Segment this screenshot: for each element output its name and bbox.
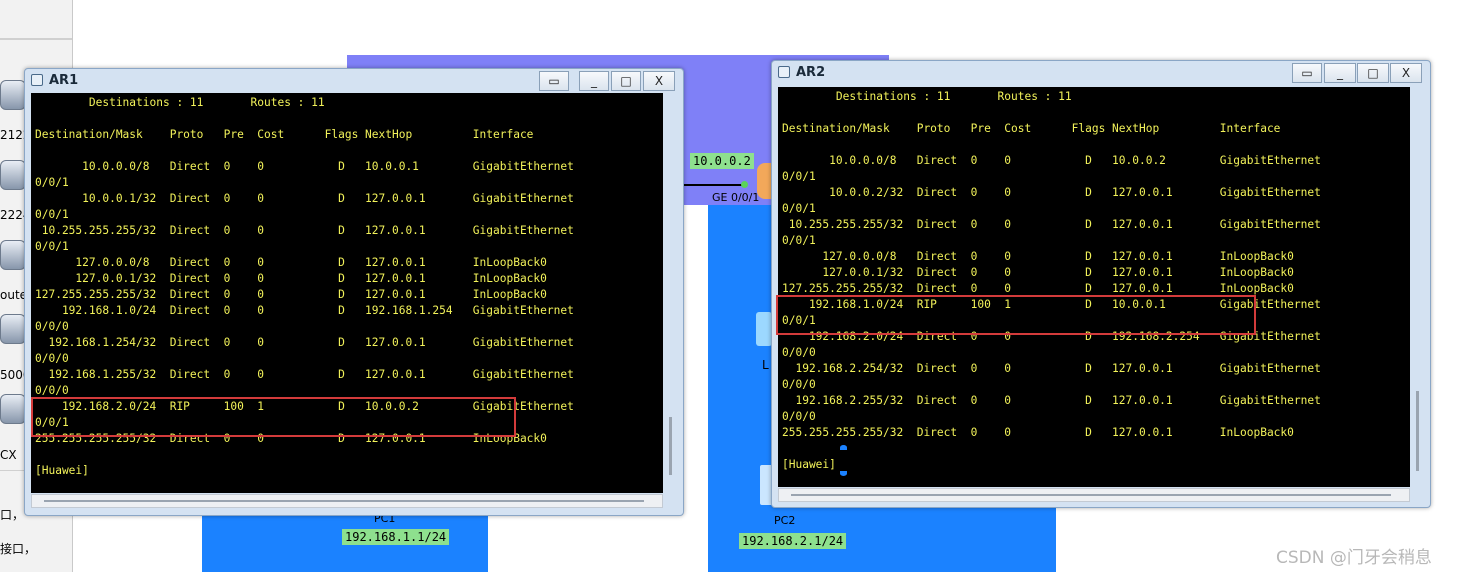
pc2-ip-label: 192.168.2.1/24 (739, 533, 847, 549)
terminal-line: 192.168.1.0/24 Direct 0 0 D 192.168.1.25… (35, 304, 574, 317)
restore-button[interactable]: ▭ (539, 71, 569, 91)
device-label-fragment: L (762, 358, 769, 372)
terminal-line: Destination/Mask Proto Pre Cost Flags Ne… (35, 128, 534, 141)
side-text-1: 口， (0, 508, 25, 522)
link-ip-label: 10.0.0.2 (690, 153, 754, 169)
terminal-line: 127.0.0.1/32 Direct 0 0 D 127.0.0.1 InLo… (782, 266, 1294, 279)
terminal-line: 10.255.255.255/32 Direct 0 0 D 127.0.0.1… (35, 224, 574, 237)
link-line (680, 184, 744, 186)
terminal-line: Destinations : 11 Routes : 11 (35, 96, 325, 109)
terminal-line: 0/0/0 (35, 320, 69, 333)
terminal-line: 0/0/1 (782, 202, 816, 215)
pc1-ip-label: 192.168.1.1/24 (342, 529, 450, 545)
maximize-button[interactable]: □ (1357, 63, 1389, 83)
switch-icon[interactable] (756, 312, 772, 346)
terminal-line: 10.0.0.0/8 Direct 0 0 D 10.0.0.2 Gigabit… (782, 154, 1321, 167)
terminal-line: [Huawei] (782, 458, 836, 471)
terminal-line: 10.0.0.2/32 Direct 0 0 D 127.0.0.1 Gigab… (782, 186, 1321, 199)
terminal-line: 192.168.2.255/32 Direct 0 0 D 127.0.0.1 … (782, 394, 1321, 407)
router-icon[interactable] (0, 80, 26, 110)
terminal-line: 192.168.2.254/32 Direct 0 0 D 127.0.0.1 … (782, 362, 1321, 375)
terminal-line: 0/0/1 (782, 170, 816, 183)
terminal-line: 10.0.0.1/32 Direct 0 0 D 127.0.0.1 Gigab… (35, 192, 574, 205)
ar2-routing-table: Destinations : 11 Routes : 11 Destinatio… (778, 87, 1410, 473)
cursor-icon (840, 471, 847, 476)
terminal-line: 0/0/0 (782, 346, 816, 359)
terminal-line: 0/0/1 (35, 176, 69, 189)
router-icon[interactable] (0, 240, 26, 270)
terminal-line: 0/0/0 (782, 410, 816, 423)
console-icon (778, 66, 790, 78)
ar1-scroll-thumb[interactable] (44, 500, 644, 502)
ar1-console-window[interactable]: AR1 ▭ _ □ X Destinations : 11 Routes : 1… (24, 68, 684, 516)
firewall-icon[interactable] (0, 394, 26, 424)
link-port-dot (741, 181, 748, 188)
ar2-titlebar[interactable]: AR2 ▭ _ □ X (772, 61, 1430, 85)
ar2-vertical-scrollbar[interactable] (1416, 391, 1419, 471)
side-text-2: 接口， (0, 542, 37, 556)
terminal-line: 0/0/1 (782, 234, 816, 247)
terminal-line: 127.255.255.255/32 Direct 0 0 D 127.0.0.… (35, 288, 547, 301)
ar1-horizontal-scrollbar[interactable] (31, 494, 663, 508)
terminal-line: 127.0.0.0/8 Direct 0 0 D 127.0.0.1 InLoo… (35, 256, 547, 269)
port-label: GE 0/0/1 (712, 191, 760, 204)
restore-button[interactable]: ▭ (1292, 63, 1322, 83)
close-button[interactable]: X (643, 71, 675, 91)
watermark: CSDN @门牙会稍息 (1276, 548, 1432, 568)
pc2-label: PC2 (774, 514, 796, 527)
terminal-line: 255.255.255.255/32 Direct 0 0 D 127.0.0.… (782, 426, 1294, 439)
terminal-line: 10.255.255.255/32 Direct 0 0 D 127.0.0.1… (782, 218, 1321, 231)
terminal-line: 192.168.1.254/32 Direct 0 0 D 127.0.0.1 … (35, 336, 574, 349)
switch-icon[interactable] (0, 314, 26, 344)
ar2-horizontal-scrollbar[interactable] (778, 488, 1410, 502)
terminal-line: 127.0.0.1/32 Direct 0 0 D 127.0.0.1 InLo… (35, 272, 547, 285)
ar1-title: AR1 (49, 73, 79, 88)
terminal-line: 0/0/0 (782, 378, 816, 391)
ar2-scroll-thumb[interactable] (791, 494, 1391, 496)
terminal-line: [Huawei] (35, 464, 89, 477)
ar2-title: AR2 (796, 65, 826, 80)
minimize-button[interactable]: _ (1324, 63, 1356, 83)
close-button[interactable]: X (1390, 63, 1422, 83)
terminal-line: Destination/Mask Proto Pre Cost Flags Ne… (782, 122, 1281, 135)
terminal-line: Destinations : 11 Routes : 11 (782, 90, 1072, 103)
maximize-button[interactable]: □ (611, 71, 641, 91)
router-icon[interactable] (0, 160, 26, 190)
palette-divider (0, 38, 72, 40)
terminal-line: 0/0/1 (35, 240, 69, 253)
ar1-titlebar[interactable]: AR1 ▭ _ □ X (25, 69, 683, 93)
ar1-vertical-scrollbar[interactable] (669, 417, 672, 475)
ar1-rip-highlight (31, 397, 516, 437)
terminal-line: 10.0.0.0/8 Direct 0 0 D 10.0.0.1 Gigabit… (35, 160, 574, 173)
cursor-icon (840, 445, 847, 450)
terminal-line: 127.0.0.0/8 Direct 0 0 D 127.0.0.1 InLoo… (782, 250, 1294, 263)
terminal-line: 0/0/0 (35, 352, 69, 365)
minimize-button[interactable]: _ (579, 71, 609, 91)
console-icon (31, 74, 43, 86)
ar2-terminal[interactable]: Destinations : 11 Routes : 11 Destinatio… (778, 87, 1410, 487)
terminal-line: 192.168.1.255/32 Direct 0 0 D 127.0.0.1 … (35, 368, 574, 381)
ar2-rip-highlight (776, 295, 1256, 335)
terminal-line: 0/0/1 (35, 208, 69, 221)
palette-label-cx: CX (0, 448, 17, 462)
ar2-console-window[interactable]: AR2 ▭ _ □ X Destinations : 11 Routes : 1… (771, 60, 1431, 508)
